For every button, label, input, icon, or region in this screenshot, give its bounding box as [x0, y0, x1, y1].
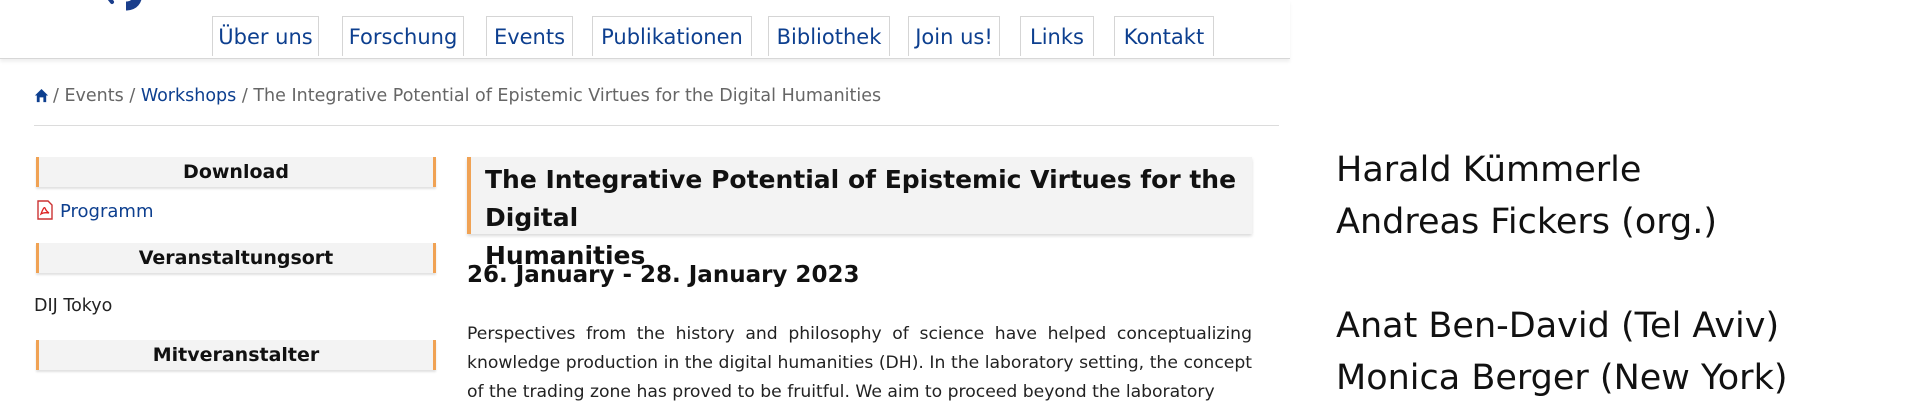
nav-ueber-uns[interactable]: Über uns — [212, 16, 319, 56]
breadcrumb-workshops[interactable]: Workshops — [141, 86, 236, 106]
programm-label[interactable]: Programm — [60, 201, 153, 222]
event-date: 26. January - 28. January 2023 — [467, 262, 860, 288]
divider — [34, 125, 1279, 126]
nav-bibliothek[interactable]: Bibliothek — [768, 16, 890, 56]
home-icon[interactable] — [34, 88, 49, 108]
venue-heading: Veranstaltungsort — [36, 243, 436, 273]
slide-names: Harald Kümmerle Andreas Fickers (org.) A… — [1336, 144, 1788, 404]
organizer-name: Andreas Fickers (org.) — [1336, 202, 1718, 242]
nav-events[interactable]: Events — [486, 16, 573, 56]
organizer-name: Harald Kümmerle — [1336, 150, 1642, 190]
programm-link[interactable]: Programm — [36, 200, 153, 225]
participant-name: Monica Berger (New York) — [1336, 358, 1788, 398]
nav-kontakt[interactable]: Kontakt — [1114, 16, 1214, 56]
nav-join-us[interactable]: Join us! — [908, 16, 1000, 56]
breadcrumb-events: Events — [64, 86, 124, 106]
nav-publikationen[interactable]: Publikationen — [592, 16, 752, 56]
dij-logo[interactable] — [60, 0, 200, 30]
article-title-line1: The Integrative Potential of Epistemic V… — [485, 165, 1237, 232]
download-heading: Download — [36, 157, 436, 187]
breadcrumb-separator: / — [53, 86, 59, 106]
participant-name: Anat Ben-David (Tel Aviv) — [1336, 306, 1780, 346]
article-paragraph: Perspectives from the history and philos… — [467, 324, 1252, 402]
website-screenshot: Über uns Forschung Events Publikationen … — [0, 0, 1290, 402]
breadcrumb-current: The Integrative Potential of Epistemic V… — [253, 86, 882, 106]
article-title: The Integrative Potential of Epistemic V… — [467, 157, 1252, 270]
pdf-icon — [36, 200, 54, 225]
breadcrumb-separator: / — [129, 86, 136, 106]
coorganizer-heading: Mitveranstalter — [36, 340, 436, 370]
venue-text: DIJ Tokyo — [34, 296, 113, 316]
nav-forschung[interactable]: Forschung — [342, 16, 464, 56]
nav-links[interactable]: Links — [1020, 16, 1094, 56]
breadcrumb: / Events / Workshops / The Integrative P… — [34, 86, 881, 108]
breadcrumb-separator: / — [241, 86, 248, 106]
